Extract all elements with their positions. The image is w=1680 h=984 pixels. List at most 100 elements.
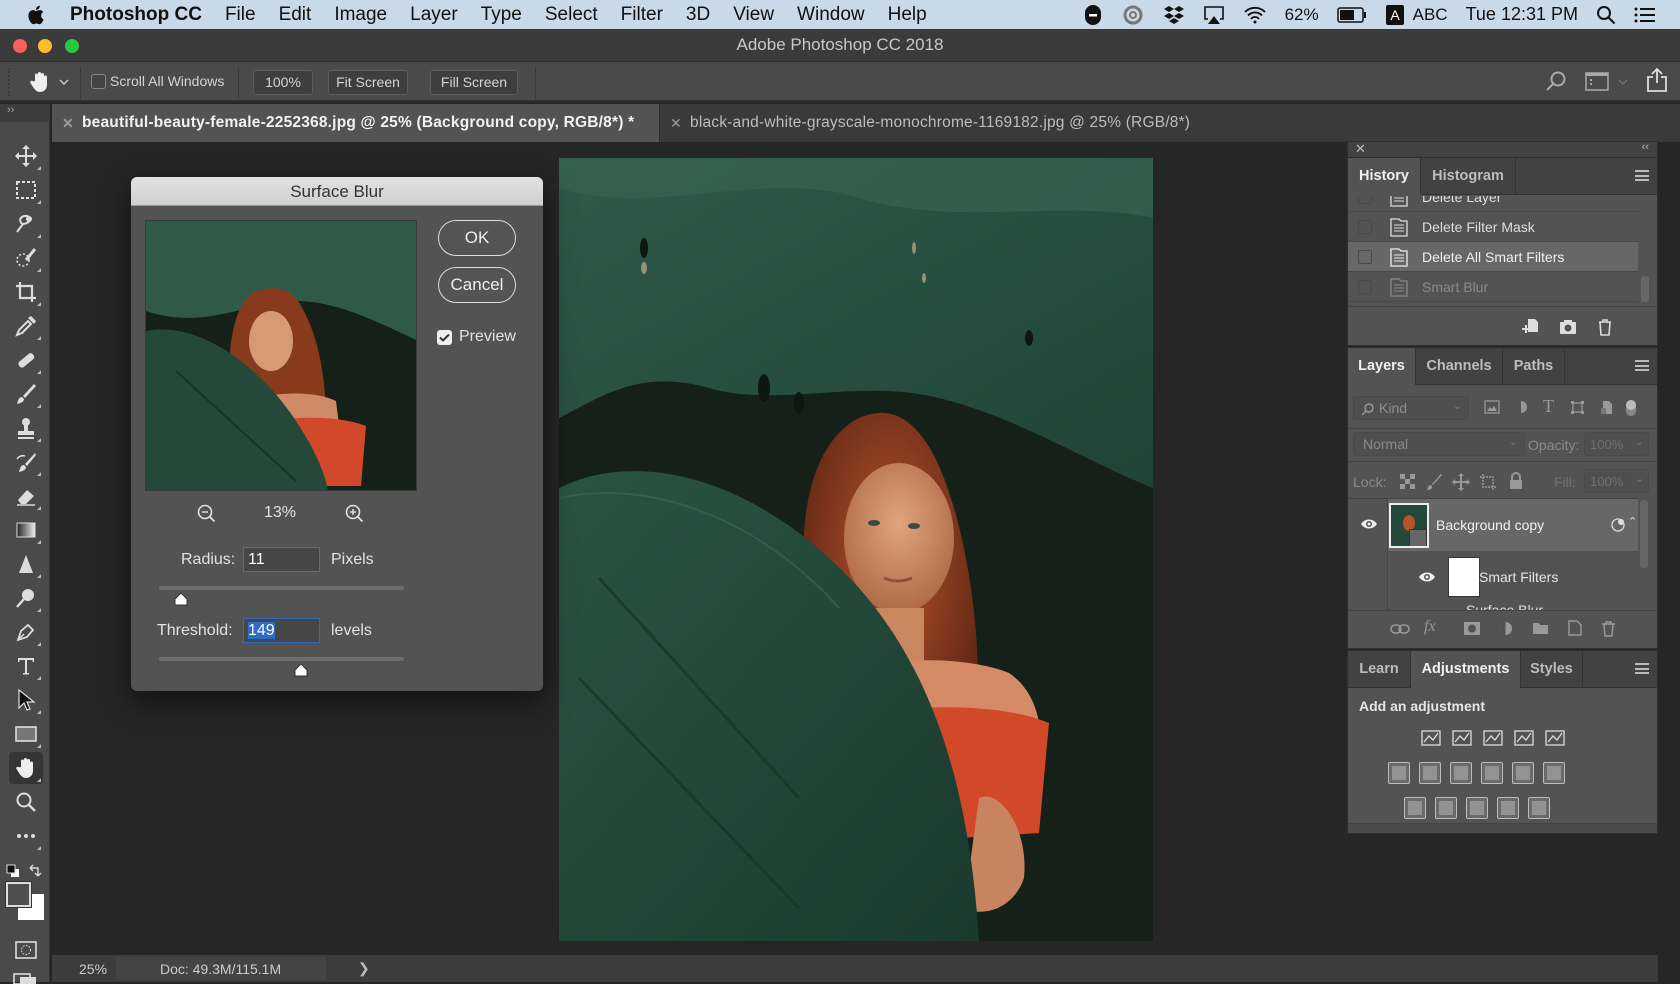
close-tab-icon[interactable]: ✕ <box>62 104 74 142</box>
tool-preset-chevron-icon[interactable] <box>59 78 69 86</box>
pen-tool[interactable] <box>9 616 43 648</box>
airplay-icon[interactable] <box>1203 5 1225 25</box>
lock-image-pixels-icon[interactable] <box>1426 473 1442 491</box>
menu-3d[interactable]: 3D <box>686 4 710 26</box>
radius-input[interactable]: 11 <box>243 547 320 572</box>
move-tool[interactable] <box>9 140 43 172</box>
fill-input[interactable]: 100% ⌄ <box>1584 469 1649 493</box>
layers-scrollbar[interactable] <box>1640 500 1648 568</box>
vibrance-icon[interactable] <box>1544 727 1566 749</box>
crop-tool[interactable] <box>9 276 43 308</box>
menu-view[interactable]: View <box>733 4 774 26</box>
posterize-icon[interactable] <box>1435 797 1457 819</box>
smart-filter-badge-icon[interactable] <box>1610 517 1626 533</box>
add-mask-icon[interactable] <box>1463 621 1481 636</box>
exposure-icon[interactable] <box>1513 727 1535 749</box>
filter-toggle-switch[interactable] <box>1626 400 1636 416</box>
blend-mode-select[interactable]: Normal ⌄ <box>1353 432 1525 456</box>
layer-filter-kind-select[interactable]: Kind ⌄ <box>1353 396 1469 420</box>
history-item-selected[interactable]: Delete All Smart Filters <box>1348 242 1638 272</box>
clone-stamp-tool[interactable] <box>9 412 43 444</box>
levels-icon[interactable] <box>1451 727 1473 749</box>
foreground-color-swatch[interactable] <box>6 882 31 907</box>
collapse-toolbar-icon[interactable]: ›› <box>0 104 50 122</box>
input-source-label[interactable]: ABC <box>1413 5 1448 25</box>
workspace-chevron-icon[interactable] <box>1618 79 1628 86</box>
channel-mixer-icon[interactable] <box>1512 762 1534 784</box>
document-tab[interactable]: ✕ black-and-white-grayscale-monochrome-1… <box>659 104 1299 142</box>
new-snapshot-icon[interactable] <box>1559 319 1577 335</box>
tab-history[interactable]: History <box>1348 158 1421 195</box>
brush-tool[interactable] <box>9 378 43 410</box>
selective-color-icon[interactable] <box>1497 797 1519 819</box>
menu-select[interactable]: Select <box>545 4 598 26</box>
lock-position-icon[interactable] <box>1452 473 1470 491</box>
radius-slider-thumb[interactable] <box>174 592 188 606</box>
tab-paths[interactable]: Paths <box>1503 348 1565 385</box>
close-tab-icon[interactable]: ✕ <box>670 104 682 142</box>
spotlight-icon[interactable] <box>1596 5 1616 25</box>
creative-cloud-icon[interactable] <box>1121 5 1145 25</box>
filter-smart-object-icon[interactable] <box>1600 400 1614 415</box>
filter-name[interactable]: Surface Blur <box>1466 602 1543 610</box>
lock-transparent-pixels-icon[interactable] <box>1400 474 1415 489</box>
preview-checkbox[interactable] <box>437 330 452 345</box>
link-layers-icon[interactable] <box>1390 623 1410 635</box>
layer-thumbnail[interactable] <box>1389 503 1429 548</box>
swap-colors-icon[interactable] <box>28 864 42 878</box>
quick-mask-icon[interactable] <box>14 940 38 960</box>
edit-toolbar-button[interactable] <box>9 820 43 852</box>
ok-button[interactable]: OK <box>438 220 516 256</box>
dodge-tool[interactable] <box>9 582 43 614</box>
input-a-icon[interactable]: A <box>1385 4 1405 26</box>
type-tool[interactable] <box>9 650 43 682</box>
default-colors-icon[interactable] <box>6 864 20 878</box>
new-layer-icon[interactable] <box>1567 620 1582 636</box>
filter-pixel-icon[interactable] <box>1484 400 1500 414</box>
adjustments-panel-menu-icon[interactable] <box>1635 663 1649 674</box>
photo-filter-icon[interactable] <box>1481 762 1503 784</box>
layer-style-fx-icon[interactable]: fx <box>1424 618 1436 636</box>
filter-shape-icon[interactable] <box>1570 400 1585 415</box>
search-icon[interactable] <box>1545 70 1567 92</box>
status-zoom-level[interactable]: 25% <box>79 961 107 977</box>
curves-icon[interactable] <box>1482 727 1504 749</box>
fill-screen-button[interactable]: Fill Screen <box>430 70 518 95</box>
tab-histogram[interactable]: Histogram <box>1421 158 1516 195</box>
gradient-map-icon[interactable] <box>1528 797 1550 819</box>
rectangle-tool[interactable] <box>9 718 43 750</box>
new-adjustment-layer-icon[interactable] <box>1498 621 1513 636</box>
menu-help[interactable]: Help <box>888 4 927 26</box>
color-balance-icon[interactable] <box>1419 762 1441 784</box>
filter-type-icon[interactable]: T <box>1543 396 1554 417</box>
collapse-effects-icon[interactable]: ⌃ <box>1628 515 1637 528</box>
history-scrollbar[interactable] <box>1641 276 1649 302</box>
color-lookup-icon[interactable] <box>1543 762 1565 784</box>
filter-preview[interactable] <box>145 220 417 491</box>
lasso-tool[interactable] <box>9 208 43 240</box>
quick-selection-tool[interactable] <box>9 242 43 274</box>
smart-filters-visibility-eye-icon[interactable] <box>1418 571 1436 583</box>
healing-brush-tool[interactable] <box>9 344 43 376</box>
preview-label[interactable]: Preview <box>459 328 516 346</box>
eyedropper-tool[interactable] <box>9 310 43 342</box>
threshold-input[interactable]: 149 <box>243 618 320 643</box>
status-menu-arrow-icon[interactable]: ❯ <box>358 960 370 977</box>
dropbox-icon[interactable] <box>1163 5 1185 25</box>
lock-artboard-icon[interactable] <box>1479 473 1497 491</box>
workspace-icon[interactable] <box>1585 72 1609 91</box>
menu-file[interactable]: File <box>225 4 256 26</box>
hand-tool[interactable] <box>9 752 43 784</box>
scroll-all-windows-label[interactable]: Scroll All Windows <box>110 73 224 89</box>
smart-filter-mask-thumbnail[interactable] <box>1448 557 1480 597</box>
wifi-icon[interactable] <box>1243 5 1267 25</box>
new-document-from-state-icon[interactable] <box>1521 318 1539 336</box>
apple-icon[interactable] <box>26 4 48 26</box>
layers-panel-menu-icon[interactable] <box>1635 360 1649 371</box>
hue-saturation-icon[interactable] <box>1388 762 1410 784</box>
black-white-icon[interactable] <box>1450 762 1472 784</box>
panel-resize-handle[interactable] <box>1348 823 1657 833</box>
close-window-button[interactable] <box>13 39 27 53</box>
close-panels-icon[interactable]: ✕ <box>1355 141 1366 157</box>
layer-name[interactable]: Background copy <box>1436 517 1544 533</box>
